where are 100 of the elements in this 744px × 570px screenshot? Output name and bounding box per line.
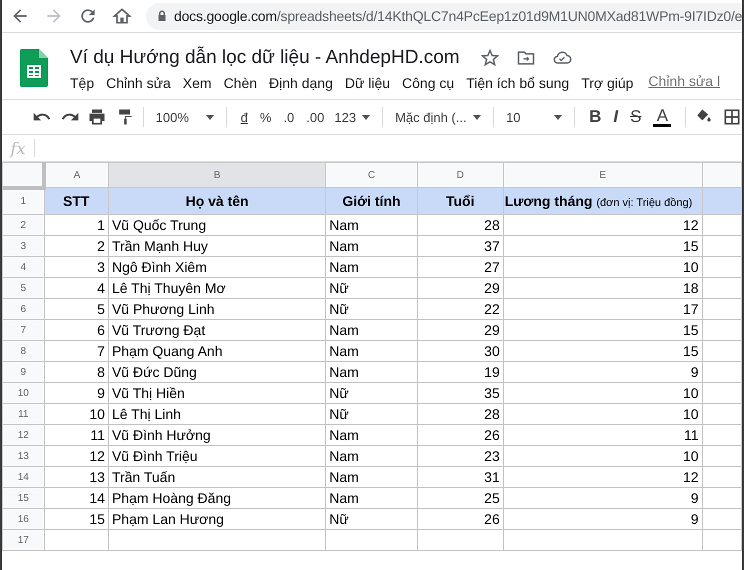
zoom-dropdown[interactable]: 100%: [152, 110, 218, 124]
row-number[interactable]: 4: [2, 256, 44, 278]
table-cell: 28: [417, 404, 504, 424]
table-cell: Nam: [326, 320, 418, 340]
lock-icon: [156, 10, 168, 22]
table-cell: 28: [417, 214, 504, 236]
address-bar[interactable]: docs.google.com/spreadsheets/d/14KthQLC7n4PcEep1z01d9M1UN0MXad81WPm-9I7IDz0/e: [146, 2, 742, 30]
table-cell: Phạm Hoàng Đăng: [108, 488, 326, 508]
table-cell: Nam: [326, 256, 418, 278]
font-size-dropdown[interactable]: 10: [502, 110, 566, 124]
row-number[interactable]: 8: [2, 340, 44, 362]
table-cell: 19: [417, 362, 504, 382]
table-cell: Nữ: [326, 382, 418, 404]
borders-icon[interactable]: [722, 107, 742, 127]
document-title[interactable]: Ví dụ Hướng dẫn lọc dữ liệu - AnhdepHD.com: [70, 47, 460, 69]
table-cell: Vũ Thị Hiền: [108, 382, 326, 404]
font-dropdown[interactable]: Mặc định (...: [391, 110, 486, 124]
menu-item[interactable]: Định dạng: [264, 73, 340, 93]
table-cell: 29: [417, 278, 504, 298]
currency-format-button[interactable]: đ: [234, 104, 254, 130]
table-header-cell: Họ và tên: [108, 188, 326, 214]
table-cell: 4: [44, 278, 108, 298]
table-cell: Vũ Đình Hưởng: [108, 424, 326, 446]
row-number[interactable]: 16: [2, 508, 44, 530]
table-cell: Nam: [326, 236, 418, 256]
bold-button[interactable]: B: [583, 107, 608, 127]
table-cell: Vũ Trương Đạt: [108, 320, 326, 340]
number-format-dropdown[interactable]: 123: [330, 110, 374, 124]
table-cell: 10: [503, 256, 702, 278]
table-cell: 6: [44, 320, 108, 340]
table-cell: Nam: [326, 466, 418, 488]
table-cell: 15: [503, 340, 702, 362]
print-icon[interactable]: [87, 107, 108, 127]
menu-item[interactable]: Công cụ: [397, 73, 462, 93]
home-icon[interactable]: [112, 6, 132, 26]
column-header[interactable]: D: [417, 162, 504, 188]
table-cell: 15: [503, 320, 702, 340]
table-cell: 15: [44, 508, 108, 530]
row-number[interactable]: 10: [2, 382, 44, 404]
menu-item[interactable]: Trợ giúp: [576, 73, 640, 93]
row-number[interactable]: 5: [2, 278, 44, 298]
table-cell: 25: [417, 488, 504, 508]
table-cell: 29: [417, 320, 504, 340]
table-cell: Nữ: [326, 298, 418, 320]
row-number[interactable]: 6: [2, 298, 44, 320]
column-header[interactable]: E: [503, 162, 702, 188]
strikethrough-button[interactable]: S: [624, 107, 648, 127]
percent-format-button[interactable]: %: [254, 104, 278, 130]
table-cell: 14: [44, 488, 108, 508]
formula-label: fx: [8, 138, 26, 158]
increase-decimals-button[interactable]: .00: [300, 104, 330, 130]
column-header[interactable]: B: [108, 162, 326, 188]
column-header[interactable]: A: [44, 162, 108, 188]
table-cell: Vũ Phương Linh: [108, 298, 326, 320]
table-cell: 10: [503, 446, 702, 466]
column-header[interactable]: C: [326, 162, 418, 188]
decrease-decimals-button[interactable]: .0: [277, 104, 300, 130]
url-text: docs.google.com/spreadsheets/d/14KthQLC7n4PcEep1z01d9M1UN0MXad81WPm-9I7IDz0/e: [174, 8, 742, 24]
star-icon[interactable]: [480, 48, 500, 68]
table-cell: Phạm Quang Anh: [108, 340, 326, 362]
table-header-cell: STT: [44, 188, 108, 214]
row-number[interactable]: 13: [2, 446, 44, 466]
table-cell: 11: [44, 424, 108, 446]
row-number[interactable]: 3: [2, 236, 44, 256]
row-number[interactable]: 12: [2, 424, 44, 446]
table-cell: 22: [417, 298, 504, 320]
table-cell: Lê Thị Thuyên Mơ: [108, 278, 326, 298]
table-cell: Nữ: [326, 508, 418, 530]
menu-item[interactable]: Tiện ích bổ sung: [461, 73, 576, 93]
menu-item[interactable]: Xem: [178, 73, 219, 93]
italic-button[interactable]: I: [607, 107, 624, 127]
table-cell: 9: [503, 508, 702, 530]
row-number[interactable]: 2: [2, 214, 44, 236]
sheets-logo-icon[interactable]: [20, 49, 48, 87]
row-number[interactable]: 15: [2, 488, 44, 508]
row-number[interactable]: 9: [2, 362, 44, 382]
row-number[interactable]: 7: [2, 320, 44, 340]
table-cell: 12: [503, 466, 702, 488]
table-cell: 15: [503, 236, 702, 256]
table-cell: Trần Mạnh Huy: [108, 236, 326, 256]
table-cell: 1: [44, 214, 108, 236]
row-number[interactable]: 11: [2, 404, 44, 424]
menu-item[interactable]: Chỉnh sửa: [101, 73, 178, 93]
menu-item[interactable]: Dữ liệu: [340, 73, 398, 93]
table-cell: 7: [44, 340, 108, 362]
menu-item[interactable]: Tệp: [70, 73, 102, 93]
table-cell: 3: [44, 256, 108, 278]
table-cell: 30: [417, 340, 504, 362]
table-header-cell: Giới tính: [326, 188, 418, 214]
last-edit-link[interactable]: Chỉnh sửa l: [648, 73, 720, 93]
row-number[interactable]: 17: [2, 530, 44, 550]
text-color-button[interactable]: A: [647, 108, 678, 126]
table-cell: 13: [44, 466, 108, 488]
row-number[interactable]: 14: [2, 466, 44, 488]
table-header-cell: Tuổi: [417, 188, 504, 214]
menu-item[interactable]: Chèn: [218, 73, 264, 93]
table-cell: Lê Thị Linh: [108, 404, 326, 424]
table-cell: Trần Tuấn: [108, 466, 326, 488]
table-cell: Nam: [326, 488, 418, 508]
table-cell: 18: [503, 278, 702, 298]
